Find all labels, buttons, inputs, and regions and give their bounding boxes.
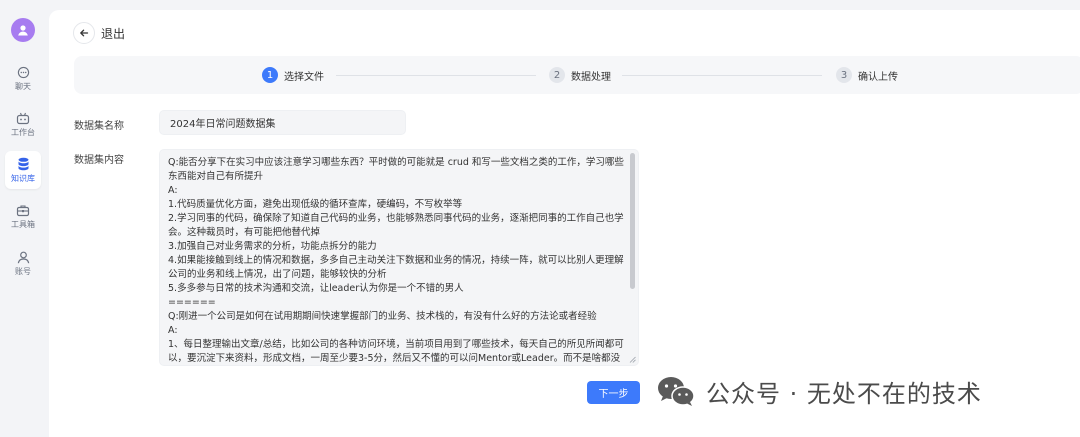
sidebar-item-workbench[interactable]: 工作台 [5,106,41,144]
main-panel: 退出 1 选择文件 2 数据处理 3 确认上传 数据集名称 2024年日常问题数… [49,10,1080,437]
step-number: 2 [549,67,565,83]
sidebar-item-label: 知识库 [11,173,35,183]
dataset-content-textarea[interactable]: Q:能否分享下在实习中应该注意学习哪些东西？平时做的可能就是 crud 和写一些… [159,149,639,366]
avatar[interactable] [11,18,35,42]
watermark: 公众号 · 无处不在的技术 [656,374,982,409]
step-label: 选择文件 [284,71,324,83]
dataset-content-text: Q:能否分享下在实习中应该注意学习哪些东西？平时做的可能就是 crud 和写一些… [168,157,624,364]
database-icon [18,157,28,170]
user-avatar-icon [18,25,28,36]
dataset-name-input[interactable]: 2024年日常问题数据集 [159,110,406,135]
step-select-file: 1 选择文件 [262,67,324,83]
step-number: 1 [262,67,278,83]
back-label[interactable]: 退出 [101,25,125,42]
sidebar-item-chat[interactable]: 聊天 [5,60,41,98]
stepper: 1 选择文件 2 数据处理 3 确认上传 [74,56,1080,94]
dataset-name-label: 数据集名称 [74,121,124,132]
step-number: 3 [836,67,852,83]
sidebar-item-label: 账号 [15,267,31,276]
sidebar-item-label: 工作台 [11,128,35,137]
robot-icon [16,112,30,125]
sidebar-item-toolbox[interactable]: 工具箱 [5,198,41,236]
toolbox-icon [16,205,30,217]
sidebar-item-knowledge-base[interactable]: 知识库 [5,151,41,189]
resize-grip-icon[interactable] [629,356,636,363]
step-connector [622,75,822,76]
sidebar: 聊天 工作台 知识库 工具箱 账号 [0,0,46,437]
chat-icon [17,66,29,79]
dataset-content-label: 数据集内容 [74,155,124,166]
step-confirm-upload: 3 确认上传 [836,67,898,83]
sidebar-item-account[interactable]: 账号 [5,245,41,283]
arrow-left-icon [80,29,89,37]
textarea-scrollbar[interactable] [630,153,635,289]
back-button[interactable] [73,22,95,44]
back-nav[interactable]: 退出 [73,22,125,44]
wechat-icon [658,376,695,406]
user-icon [17,251,29,264]
next-step-button[interactable]: 下一步 [587,381,640,404]
step-data-processing: 2 数据处理 [549,67,611,83]
step-label: 数据处理 [571,71,611,83]
step-label: 确认上传 [858,71,898,83]
sidebar-item-label: 工具箱 [11,220,35,229]
step-connector [336,75,536,76]
watermark-text: 公众号 · 无处不在的技术 [706,380,982,408]
sidebar-item-label: 聊天 [15,82,31,91]
